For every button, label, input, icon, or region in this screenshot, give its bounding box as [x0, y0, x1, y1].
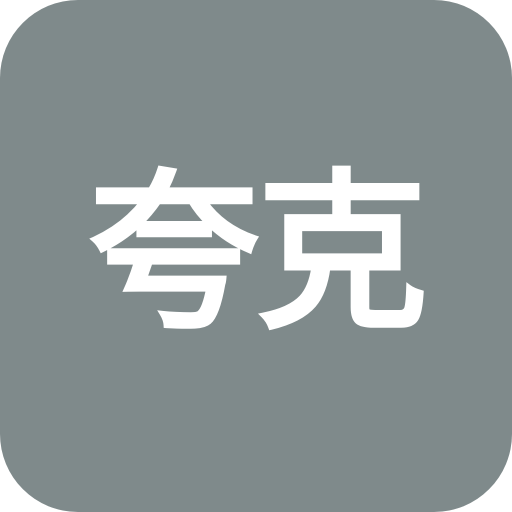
- app-icon-label: 夸克: [88, 153, 428, 354]
- app-icon[interactable]: 夸克: [0, 0, 512, 512]
